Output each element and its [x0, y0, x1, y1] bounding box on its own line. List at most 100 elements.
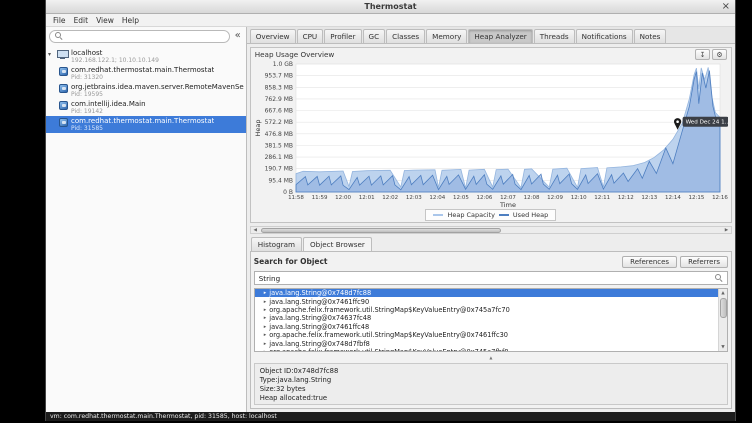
tab-threads[interactable]: Threads: [534, 29, 575, 43]
heap-panel-title: Heap Usage Overview: [255, 50, 335, 59]
splitter-up-icon: ▲: [489, 355, 492, 360]
scroll-down-icon[interactable]: ▼: [719, 343, 727, 351]
collapse-sidebar-button[interactable]: «: [233, 31, 243, 41]
scrollbar-track[interactable]: [719, 297, 727, 343]
vm-icon: [59, 67, 68, 76]
scrollbar-thumb[interactable]: [720, 298, 727, 318]
tab-notifications[interactable]: Notifications: [576, 29, 633, 43]
host-filter-input[interactable]: [49, 30, 230, 43]
svg-text:12:14: 12:14: [665, 195, 681, 201]
menu-view[interactable]: View: [92, 15, 118, 26]
main-panel: Overview CPU Profiler GC Classes Memory …: [247, 27, 735, 412]
tab-histogram[interactable]: Histogram: [251, 237, 302, 251]
tab-classes[interactable]: Classes: [386, 29, 425, 43]
svg-text:762.9 MB: 762.9 MB: [264, 96, 292, 103]
gear-icon: ⚙: [716, 51, 722, 59]
menu-help[interactable]: Help: [118, 15, 143, 26]
expand-icon[interactable]: ▸: [264, 307, 267, 313]
svg-text:12:16: 12:16: [712, 195, 728, 201]
scrollbar-thumb[interactable]: [261, 228, 501, 233]
expand-icon[interactable]: ▸: [264, 349, 267, 352]
tab-gc[interactable]: GC: [363, 29, 386, 43]
export-heap-dump-button[interactable]: ↧: [695, 49, 710, 60]
tab-notes[interactable]: Notes: [634, 29, 667, 43]
expander-icon[interactable]: ▾: [48, 51, 54, 58]
scroll-left-icon[interactable]: ◀: [251, 227, 260, 233]
svg-text:476.8 MB: 476.8 MB: [264, 131, 292, 138]
object-search-input[interactable]: String: [254, 271, 728, 285]
host-vm-tree: ▾ localhost 192.168.122.1; 10.10.10.149 …: [46, 45, 246, 412]
list-item[interactable]: ▸java.lang.String@0x7461ffc90: [255, 297, 718, 305]
tree-item-vm-thermostat-1[interactable]: com.redhat.thermostat.main.Thermostat Pi…: [46, 65, 246, 82]
app-window: Thermostat × File Edit View Help « ▾ loc…: [45, 0, 736, 421]
expand-icon[interactable]: ▸: [264, 290, 267, 296]
menu-file[interactable]: File: [49, 15, 70, 26]
object-label: java.lang.String@0x748d7fbf8: [269, 340, 370, 348]
svg-text:12:15: 12:15: [688, 195, 704, 201]
heap-chart[interactable]: 1.0 GB953.7 MB858.3 MB762.9 MB667.6 MB57…: [254, 61, 728, 208]
legend-used-heap: Used Heap: [513, 211, 548, 219]
svg-text:953.7 MB: 953.7 MB: [264, 73, 292, 80]
search-icon: [715, 274, 723, 282]
svg-text:12:11: 12:11: [594, 195, 610, 201]
tab-overview[interactable]: Overview: [250, 29, 296, 43]
object-browser-panel: Search for Object References Referrers S…: [250, 251, 732, 409]
svg-text:12:10: 12:10: [570, 195, 586, 201]
scroll-up-icon[interactable]: ▲: [719, 289, 727, 297]
svg-text:12:13: 12:13: [641, 195, 657, 201]
tree-item-sublabel: Pid: 19595: [71, 91, 244, 98]
tree-item-host[interactable]: ▾ localhost 192.168.122.1; 10.10.10.149: [46, 48, 246, 65]
list-item[interactable]: ▸java.lang.String@0x74637fc48: [255, 314, 718, 322]
search-icon: [55, 32, 63, 40]
menu-edit[interactable]: Edit: [70, 15, 93, 26]
tree-item-vm-maven[interactable]: org.jetbrains.idea.maven.server.RemoteMa…: [46, 82, 246, 99]
close-icon[interactable]: ×: [722, 1, 730, 13]
status-bar: vm: com.redhat.thermostat.main.Thermosta…: [46, 412, 735, 421]
vm-tabbar: Overview CPU Profiler GC Classes Memory …: [247, 27, 735, 44]
svg-text:12:12: 12:12: [618, 195, 634, 201]
object-label: java.lang.String@0x7461ffc90: [269, 298, 369, 306]
vm-icon: [59, 101, 68, 110]
window-title: Thermostat: [364, 2, 416, 11]
heap-settings-button[interactable]: ⚙: [712, 49, 727, 60]
tree-item-sublabel: Pid: 19142: [71, 108, 146, 115]
list-item[interactable]: ▸org.apache.felix.framework.util.StringM…: [255, 348, 718, 352]
heap-usage-panel: Heap Usage Overview ↧ ⚙ 1.0 GB953.7 MB85…: [250, 47, 732, 223]
list-item[interactable]: ▸org.apache.felix.framework.util.StringM…: [255, 331, 718, 339]
svg-text:12:09: 12:09: [547, 195, 563, 201]
splitter-handle[interactable]: ▲: [254, 355, 728, 360]
svg-text:12:00: 12:00: [335, 195, 351, 201]
object-label: org.apache.felix.framework.util.StringMa…: [269, 348, 508, 352]
tree-item-label: com.redhat.thermostat.main.Thermostat: [71, 66, 214, 74]
expand-icon[interactable]: ▸: [264, 315, 267, 321]
expand-icon[interactable]: ▸: [264, 332, 267, 338]
list-item[interactable]: ▸java.lang.String@0x748d7fc88: [255, 289, 718, 297]
svg-text:572.2 MB: 572.2 MB: [264, 119, 292, 126]
references-button[interactable]: References: [622, 256, 677, 268]
tree-item-vm-thermostat-2-selected[interactable]: com.redhat.thermostat.main.Thermostat Pi…: [46, 116, 246, 133]
expand-icon[interactable]: ▸: [264, 341, 267, 347]
referrers-button[interactable]: Referrers: [680, 256, 728, 268]
object-label: java.lang.String@0x74637fc48: [269, 314, 371, 322]
expand-icon[interactable]: ▸: [264, 299, 267, 305]
tab-profiler[interactable]: Profiler: [324, 29, 361, 43]
tree-item-vm-idea[interactable]: com.intellij.idea.Main Pid: 19142: [46, 99, 246, 116]
tree-item-label: org.jetbrains.idea.maven.server.RemoteMa…: [71, 83, 244, 91]
chart-horizontal-scrollbar[interactable]: ◀ ▶: [250, 226, 732, 234]
svg-text:12:05: 12:05: [453, 195, 469, 201]
list-item[interactable]: ▸java.lang.String@0x748d7fbf8: [255, 339, 718, 347]
list-item[interactable]: ▸org.apache.felix.framework.util.StringM…: [255, 306, 718, 314]
svg-text:667.6 MB: 667.6 MB: [264, 108, 292, 115]
expand-icon[interactable]: ▸: [264, 324, 267, 330]
scrollbar-track[interactable]: [260, 227, 722, 233]
titlebar[interactable]: Thermostat ×: [46, 0, 735, 14]
tab-cpu[interactable]: CPU: [297, 29, 324, 43]
list-vertical-scrollbar[interactable]: ▲ ▼: [718, 289, 727, 351]
tab-heap-analyzer[interactable]: Heap Analyzer: [468, 29, 532, 43]
tab-object-browser[interactable]: Object Browser: [303, 237, 372, 251]
tab-memory[interactable]: Memory: [426, 29, 467, 43]
svg-text:12:06: 12:06: [476, 195, 492, 201]
scroll-right-icon[interactable]: ▶: [722, 227, 731, 233]
list-item[interactable]: ▸java.lang.String@0x7461ffc48: [255, 323, 718, 331]
object-result-list: ▸java.lang.String@0x748d7fc88 ▸java.lang…: [254, 288, 728, 352]
